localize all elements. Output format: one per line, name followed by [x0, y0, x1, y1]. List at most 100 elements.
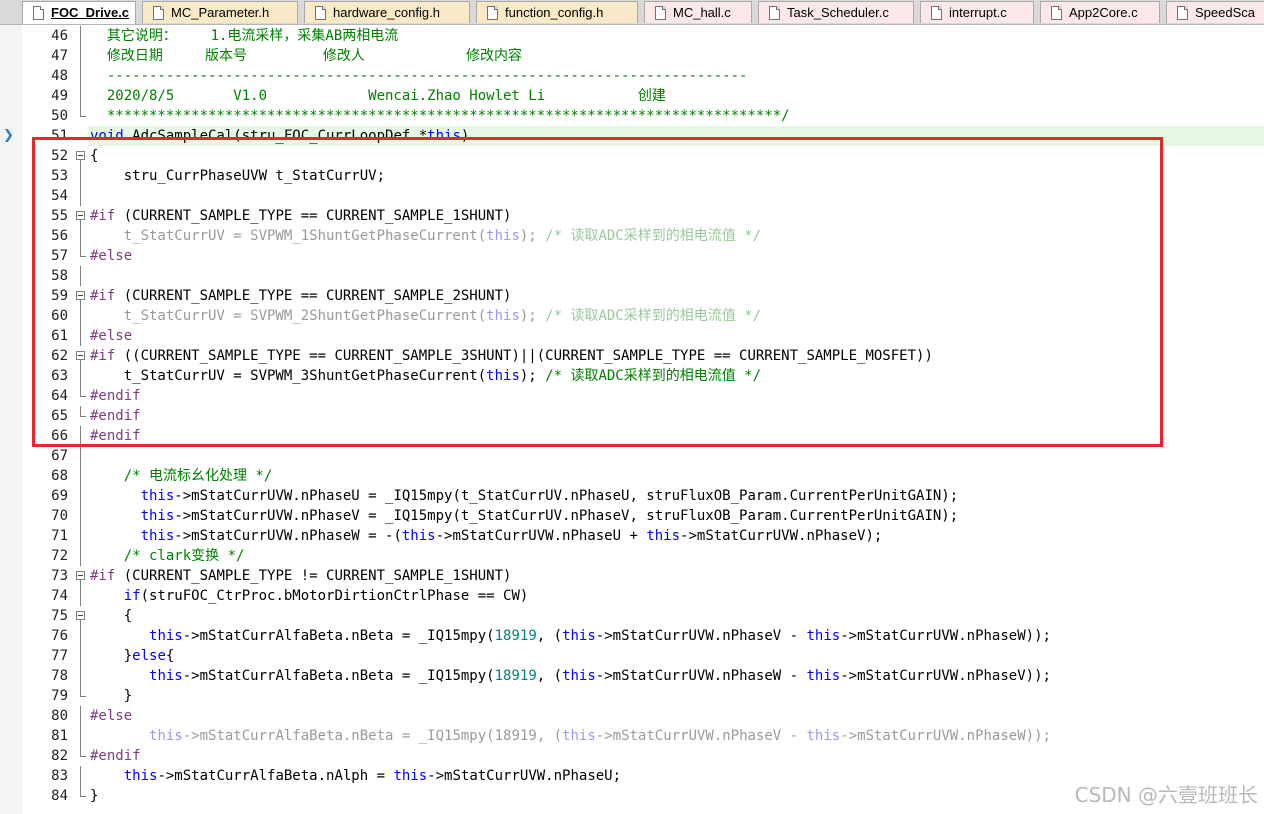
- code-line[interactable]: 其它说明： 1.电流采样，采集AB两相电流: [90, 26, 1264, 46]
- line-number: 81: [51, 728, 68, 744]
- code-line[interactable]: ****************************************…: [90, 106, 1264, 126]
- code-line[interactable]: #else: [90, 246, 1264, 266]
- code-token: ->mStatCurrAlfaBeta.nBeta = _IQ15mpy(: [182, 728, 495, 744]
- tab-hardware-config-h[interactable]: hardware_config.h: [304, 1, 470, 23]
- line-number: 56: [51, 228, 68, 244]
- code-token: ->mStatCurrUVW.nPhaseU +: [435, 528, 647, 544]
- code-line[interactable]: this->mStatCurrAlfaBeta.nBeta = _IQ15mpy…: [90, 726, 1264, 746]
- code-token: (struFOC_CtrProc.bMotorDirtionCtrlPhase …: [140, 588, 529, 604]
- code-line[interactable]: #if ((CURRENT_SAMPLE_TYPE == CURRENT_SAM…: [90, 346, 1264, 366]
- fold-collapse-icon[interactable]: [76, 351, 85, 360]
- line-number: 75: [51, 608, 68, 624]
- code-line-text: this->mStatCurrAlfaBeta.nBeta = _IQ15mpy…: [90, 666, 1051, 686]
- code-line[interactable]: }: [90, 686, 1264, 706]
- fold-collapse-icon[interactable]: [76, 291, 85, 300]
- fold-collapse-icon[interactable]: [76, 211, 85, 220]
- code-line[interactable]: if(struFOC_CtrProc.bMotorDirtionCtrlPhas…: [90, 586, 1264, 606]
- line-number-row: 54: [22, 186, 74, 206]
- line-number: 60: [51, 308, 68, 324]
- code-editor[interactable]: ❯ 46 47 48 49 50 51 52 53 54 55 56 57 58 59 60 61 62 63 64…: [0, 25, 1264, 814]
- code-line[interactable]: t_StatCurrUV = SVPWM_2ShuntGetPhaseCurre…: [90, 306, 1264, 326]
- line-number-row: 76: [22, 626, 74, 646]
- tab-function-config-h[interactable]: function_config.h: [476, 1, 638, 23]
- line-number: 69: [51, 488, 68, 504]
- code-line[interactable]: ----------------------------------------…: [90, 66, 1264, 86]
- code-line[interactable]: #endif: [90, 426, 1264, 446]
- code-line[interactable]: this->mStatCurrUVW.nPhaseV = _IQ15mpy(t_…: [90, 506, 1264, 526]
- code-token: /* clark变换 */: [90, 548, 245, 564]
- code-line[interactable]: [90, 266, 1264, 286]
- fold-end-marker: [80, 116, 86, 117]
- code-token: (CURRENT_SAMPLE_TYPE != CURRENT_SAMPLE_1…: [115, 568, 512, 584]
- code-line[interactable]: t_StatCurrUV = SVPWM_1ShuntGetPhaseCurre…: [90, 226, 1264, 246]
- code-line-text: {: [90, 146, 98, 166]
- code-line[interactable]: [90, 186, 1264, 206]
- fold-collapse-icon[interactable]: [76, 611, 85, 620]
- code-line[interactable]: this->mStatCurrUVW.nPhaseW = -(this->mSt…: [90, 526, 1264, 546]
- tab-mc-parameter-h[interactable]: MC_Parameter.h: [142, 1, 298, 23]
- code-line[interactable]: #if (CURRENT_SAMPLE_TYPE == CURRENT_SAMP…: [90, 206, 1264, 226]
- code-line[interactable]: /* clark变换 */: [90, 546, 1264, 566]
- line-number-row: 49: [22, 86, 74, 106]
- code-line[interactable]: t_StatCurrUV = SVPWM_3ShuntGetPhaseCurre…: [90, 366, 1264, 386]
- code-line[interactable]: [90, 446, 1264, 466]
- code-line[interactable]: }else{: [90, 646, 1264, 666]
- fold-collapse-icon[interactable]: [76, 151, 85, 160]
- code-area[interactable]: 其它说明： 1.电流采样，采集AB两相电流 修改日期 版本号 修改人 修改内容 …: [90, 25, 1264, 814]
- code-line[interactable]: #else: [90, 326, 1264, 346]
- code-line[interactable]: void AdcSampleCal(stru_FOC_CurrLoopDef *…: [90, 126, 1264, 146]
- code-line[interactable]: this->mStatCurrAlfaBeta.nBeta = _IQ15mpy…: [90, 666, 1264, 686]
- code-line[interactable]: 2020/8/5 V1.0 Wencai.Zhao Howlet Li 创建: [90, 86, 1264, 106]
- code-line-text: /* 电流标幺化处理 */: [90, 466, 273, 486]
- code-line[interactable]: 修改日期 版本号 修改人 修改内容: [90, 46, 1264, 66]
- code-line[interactable]: #endif: [90, 406, 1264, 426]
- code-line-text: this->mStatCurrUVW.nPhaseW = -(this->mSt…: [90, 526, 883, 546]
- code-token: this: [486, 228, 520, 244]
- fold-guide-line: [80, 506, 81, 526]
- line-number: 80: [51, 708, 68, 724]
- code-token: }: [90, 688, 133, 704]
- code-line-text: ----------------------------------------…: [90, 66, 748, 86]
- code-line-text: t_StatCurrUV = SVPWM_3ShuntGetPhaseCurre…: [90, 366, 761, 386]
- tab-interrupt-c[interactable]: interrupt.c: [920, 1, 1034, 23]
- line-number: 82: [51, 748, 68, 764]
- tab-app2core-c[interactable]: App2Core.c: [1040, 1, 1160, 23]
- fold-collapse-icon[interactable]: [76, 571, 85, 580]
- tab-task-scheduler-c[interactable]: Task_Scheduler.c: [758, 1, 914, 23]
- code-line[interactable]: stru_CurrPhaseUVW t_StatCurrUV;: [90, 166, 1264, 186]
- code-line-text: #if (CURRENT_SAMPLE_TYPE != CURRENT_SAMP…: [90, 566, 511, 586]
- code-token: #endif: [90, 428, 141, 444]
- code-line[interactable]: /* 电流标幺化处理 */: [90, 466, 1264, 486]
- code-line-text: {: [90, 606, 132, 626]
- code-token: , (: [536, 728, 563, 744]
- code-token: this: [140, 488, 175, 504]
- fold-guide-line: [80, 186, 81, 206]
- code-token: /* 读取ADC采样到的相电流值 */: [536, 368, 762, 384]
- code-token: /* 读取ADC采样到的相电流值 */: [536, 308, 762, 324]
- code-line[interactable]: {: [90, 146, 1264, 166]
- code-line[interactable]: {: [90, 606, 1264, 626]
- code-line[interactable]: #endif: [90, 746, 1264, 766]
- tab-mc-hall-c[interactable]: MC_hall.c: [644, 1, 752, 23]
- tab-speedsca[interactable]: SpeedSca: [1166, 1, 1264, 23]
- code-line[interactable]: #else: [90, 706, 1264, 726]
- line-number: 65: [51, 408, 68, 424]
- code-token: this: [486, 308, 520, 324]
- code-line-text: this->mStatCurrAlfaBeta.nAlph = this->mS…: [90, 766, 621, 786]
- code-line[interactable]: this->mStatCurrAlfaBeta.nBeta = _IQ15mpy…: [90, 626, 1264, 646]
- fold-gutter[interactable]: [74, 25, 88, 814]
- code-line[interactable]: #if (CURRENT_SAMPLE_TYPE != CURRENT_SAMP…: [90, 566, 1264, 586]
- code-line[interactable]: #endif: [90, 386, 1264, 406]
- code-token: (CURRENT_SAMPLE_TYPE == CURRENT_SAMPLE_2…: [115, 288, 512, 304]
- code-line[interactable]: #if (CURRENT_SAMPLE_TYPE == CURRENT_SAMP…: [90, 286, 1264, 306]
- code-line[interactable]: this->mStatCurrUVW.nPhaseU = _IQ15mpy(t_…: [90, 486, 1264, 506]
- code-token: else: [132, 648, 166, 664]
- line-number: 71: [51, 528, 68, 544]
- fold-guide-line: [80, 526, 81, 546]
- tab-foc-drive-c[interactable]: FOC_Drive.c: [22, 1, 136, 24]
- bookmark-margin[interactable]: [0, 25, 23, 814]
- line-number-row: 72: [22, 546, 74, 566]
- line-number-row: 63: [22, 366, 74, 386]
